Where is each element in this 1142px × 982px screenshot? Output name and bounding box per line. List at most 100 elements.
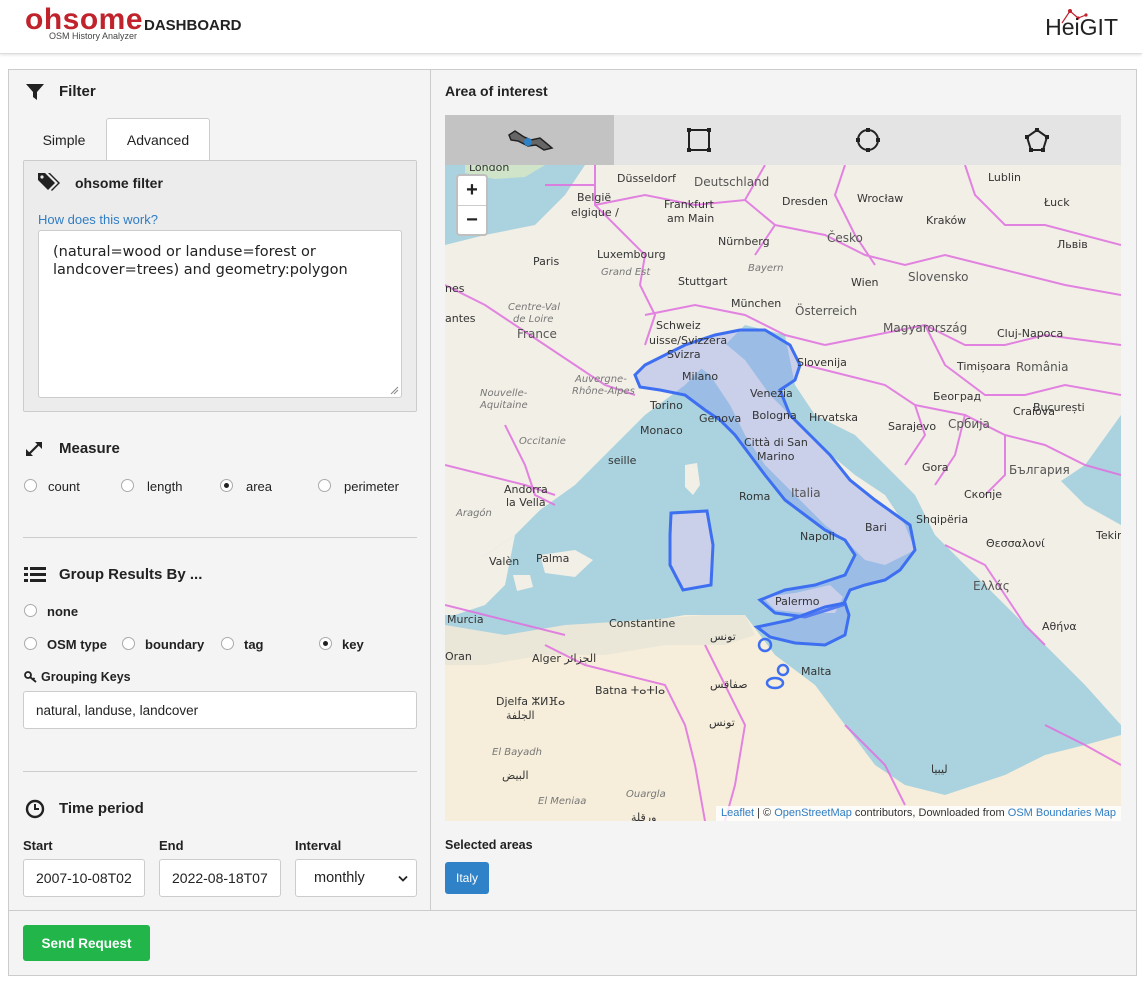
filter-title: Filter (59, 83, 96, 100)
heigit-logo[interactable]: HeiGIT (1045, 14, 1118, 41)
measure-count-radio[interactable] (24, 479, 37, 492)
map-label: München (731, 297, 781, 310)
map-label: Centre-Val (508, 302, 560, 313)
tab-advanced[interactable]: Advanced (106, 118, 210, 161)
map-label: Genova (699, 412, 741, 425)
map-label: Luxembourg (597, 248, 666, 261)
circle-tool[interactable] (783, 115, 952, 165)
map-label: Auvergne- (574, 374, 627, 385)
group-boundary-radio[interactable] (122, 637, 135, 650)
rectangle-tool[interactable] (614, 115, 783, 165)
zoom-in-button[interactable]: + (458, 176, 486, 205)
filter-query-line-2: landcover=trees) and geometry:polygon (53, 262, 348, 278)
end-date-input[interactable]: 2022-08-18T07 (159, 859, 281, 897)
map-label: Roma (739, 490, 770, 503)
map-label: Hrvatska (809, 411, 858, 424)
key-icon (24, 671, 37, 683)
map-label: Tekir (1095, 529, 1121, 542)
osm-link[interactable]: OpenStreetMap (774, 807, 852, 819)
map-canvas[interactable]: London Düsseldorf Deutschland Dresden Lu… (445, 165, 1121, 821)
measure-area-radio[interactable] (220, 479, 233, 492)
measure-length-radio[interactable] (121, 479, 134, 492)
filter-query-textarea[interactable]: (natural=wood or landuse=forest or landc… (38, 230, 402, 398)
boundary-select-icon (507, 130, 554, 151)
measure-title: Measure (59, 440, 120, 457)
section-divider (23, 771, 417, 772)
map-label: Schweiz (656, 319, 701, 332)
send-request-button[interactable]: Send Request (23, 925, 150, 961)
expand-arrows-icon (26, 442, 42, 456)
map-label: Србија (948, 417, 990, 431)
resize-handle-icon[interactable] (389, 385, 399, 395)
interval-select[interactable]: monthly (295, 859, 417, 897)
section-divider (23, 537, 417, 538)
map-label: Београд (933, 390, 982, 403)
map-label: Aragón (455, 507, 492, 519)
group-key-radio[interactable] (319, 637, 332, 650)
map-label: ورقلة (631, 811, 656, 821)
map-label: Wrocław (857, 192, 903, 205)
measure-area-label: area (246, 479, 273, 494)
map-label: Alger الجزائر (532, 652, 596, 665)
map-label: Palermo (775, 595, 820, 608)
map-label: България (1009, 463, 1070, 477)
selected-area-chip[interactable]: Italy (445, 862, 489, 894)
ohsome-filter-title: ohsome filter (75, 175, 163, 191)
map-label: London (469, 165, 509, 174)
end-label: End (159, 838, 184, 853)
map-label: France (517, 327, 557, 341)
map-label: Скопје (964, 488, 1002, 501)
map-label: Occitanie (519, 436, 566, 447)
measure-perimeter-radio[interactable] (318, 479, 331, 492)
group-osm-type-radio[interactable] (24, 637, 37, 650)
grouping-keys-input[interactable]: natural, landuse, landcover (23, 691, 417, 729)
map-label: Murcia (447, 613, 484, 626)
map-label: Città di San (744, 436, 808, 449)
map-label: Timișoara (956, 360, 1011, 373)
map-view[interactable]: London Düsseldorf Deutschland Dresden Lu… (445, 165, 1121, 821)
start-label: Start (23, 838, 53, 853)
map-label: la Vella (506, 496, 546, 509)
map-label: Slovensko (908, 270, 969, 284)
map-label: Düsseldorf (617, 172, 677, 185)
map-label: elgique / (571, 206, 619, 219)
start-date-input[interactable]: 2007-10-08T02 (23, 859, 145, 897)
zoom-control: + − (456, 174, 488, 236)
tab-simple[interactable]: Simple (23, 118, 105, 161)
map-label: Θεσσαλονί (986, 537, 1045, 550)
attribution-mid: contributors, Downloaded from (851, 807, 1008, 819)
map-label: Nürnberg (718, 235, 770, 248)
logo-subtitle: OSM History Analyzer (49, 31, 138, 41)
measure-perimeter-label: perimeter (344, 479, 399, 494)
group-tag-radio[interactable] (221, 637, 234, 650)
help-link[interactable]: How does this work? (38, 212, 158, 227)
selected-areas-title: Selected areas (445, 838, 533, 852)
polygon-tool[interactable] (952, 115, 1121, 165)
ohsome-logo[interactable]: ohsome DASHBOARD OSM History Analyzer (25, 5, 242, 42)
map-label: Napoli (800, 530, 835, 543)
map-label: El Meniaa (538, 796, 586, 807)
map-label: Deutschland (694, 175, 769, 189)
map-label: seille (608, 454, 637, 467)
boundary-select-tool[interactable] (445, 115, 614, 165)
map-label: صفاقس (710, 678, 748, 691)
map-label: الجلفة (506, 709, 535, 722)
osm-boundaries-link[interactable]: OSM Boundaries Map (1008, 807, 1116, 819)
map-label: Wien (851, 276, 878, 289)
map-label: Łuck (1043, 196, 1070, 209)
map-label: Sarajevo (888, 420, 936, 433)
aoi-title: Area of interest (445, 83, 548, 99)
logo-dashboard: DASHBOARD (144, 17, 242, 34)
map-label: Valèn (489, 555, 519, 568)
attribution-sep: | © (754, 807, 775, 819)
zoom-out-button[interactable]: − (458, 206, 486, 235)
map-label: Cluj-Napoca (997, 327, 1063, 340)
map-label: de Loire (513, 314, 553, 325)
group-none-label: none (47, 604, 79, 619)
map-label: Torino (649, 399, 683, 412)
group-none-radio[interactable] (24, 604, 37, 617)
map-label: România (1016, 360, 1068, 374)
leaflet-link[interactable]: Leaflet (721, 807, 754, 819)
map-label: Palma (536, 552, 569, 565)
chevron-down-icon (398, 875, 408, 882)
